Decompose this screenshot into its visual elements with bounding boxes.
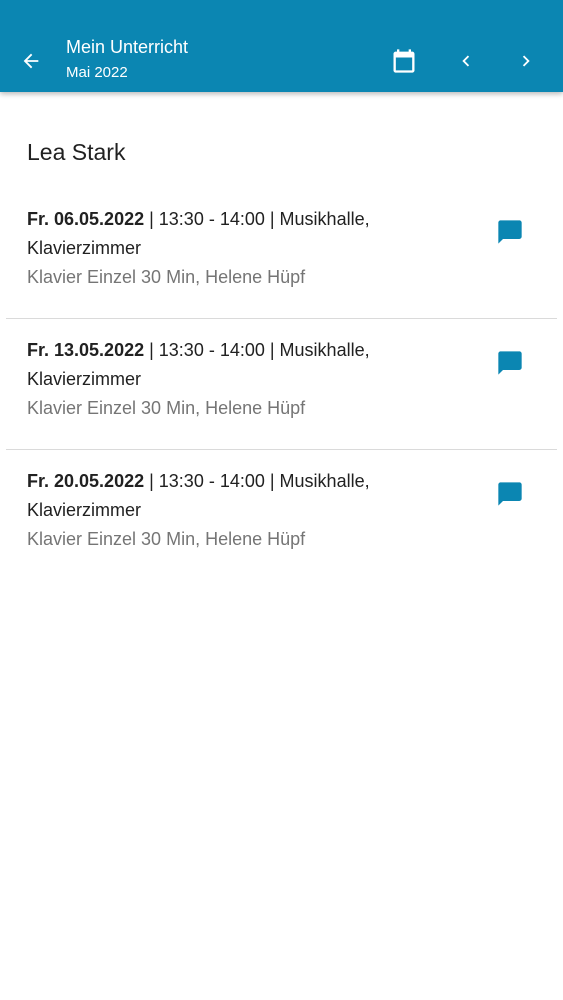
lesson-item[interactable]: Fr. 20.05.2022 | 13:30 - 14:00 | Musikha… (6, 450, 557, 581)
message-icon (498, 220, 522, 244)
message-icon (498, 351, 522, 375)
lesson-item[interactable]: Fr. 13.05.2022 | 13:30 - 14:00 | Musikha… (6, 319, 557, 450)
lesson-date: Fr. 20.05.2022 (27, 471, 145, 491)
lesson-text: Fr. 06.05.2022 | 13:30 - 14:00 | Musikha… (27, 205, 467, 291)
page-subtitle: Mai 2022 (66, 64, 128, 81)
message-button[interactable] (494, 216, 526, 248)
lesson-text: Fr. 13.05.2022 | 13:30 - 14:00 | Musikha… (27, 336, 467, 422)
calendar-button[interactable] (386, 44, 422, 78)
message-icon (498, 482, 522, 506)
page-title: Mein Unterricht (66, 37, 189, 57)
lesson-date: Fr. 13.05.2022 (27, 340, 145, 360)
app-bar-titles: Mein Unterricht Mai 2022 (66, 36, 188, 83)
lesson-subtitle: Klavier Einzel 30 Min, Helene Hüpf (27, 267, 306, 287)
lesson-subtitle: Klavier Einzel 30 Min, Helene Hüpf (27, 398, 306, 418)
lesson-info: Fr. 13.05.2022 | 13:30 - 14:00 | Musikha… (27, 336, 467, 394)
app-bar: Mein Unterricht Mai 2022 (0, 0, 563, 92)
next-month-button[interactable] (511, 46, 541, 76)
lesson-date: Fr. 06.05.2022 (27, 209, 145, 229)
message-button[interactable] (494, 347, 526, 379)
lesson-info: Fr. 06.05.2022 | 13:30 - 14:00 | Musikha… (27, 205, 467, 263)
lesson-subtitle: Klavier Einzel 30 Min, Helene Hüpf (27, 529, 306, 549)
lesson-text: Fr. 20.05.2022 | 13:30 - 14:00 | Musikha… (27, 467, 467, 553)
message-button[interactable] (494, 478, 526, 510)
back-button[interactable] (14, 44, 48, 78)
chevron-left-icon (462, 55, 470, 67)
lesson-info: Fr. 20.05.2022 | 13:30 - 14:00 | Musikha… (27, 467, 467, 525)
chevron-right-icon (522, 55, 530, 67)
arrow-left-icon (23, 53, 39, 69)
calendar-icon (393, 49, 415, 73)
lesson-list: Fr. 06.05.2022 | 13:30 - 14:00 | Musikha… (0, 188, 563, 581)
lesson-item[interactable]: Fr. 06.05.2022 | 13:30 - 14:00 | Musikha… (6, 188, 557, 319)
student-name: Lea Stark (27, 139, 126, 165)
previous-month-button[interactable] (451, 46, 481, 76)
